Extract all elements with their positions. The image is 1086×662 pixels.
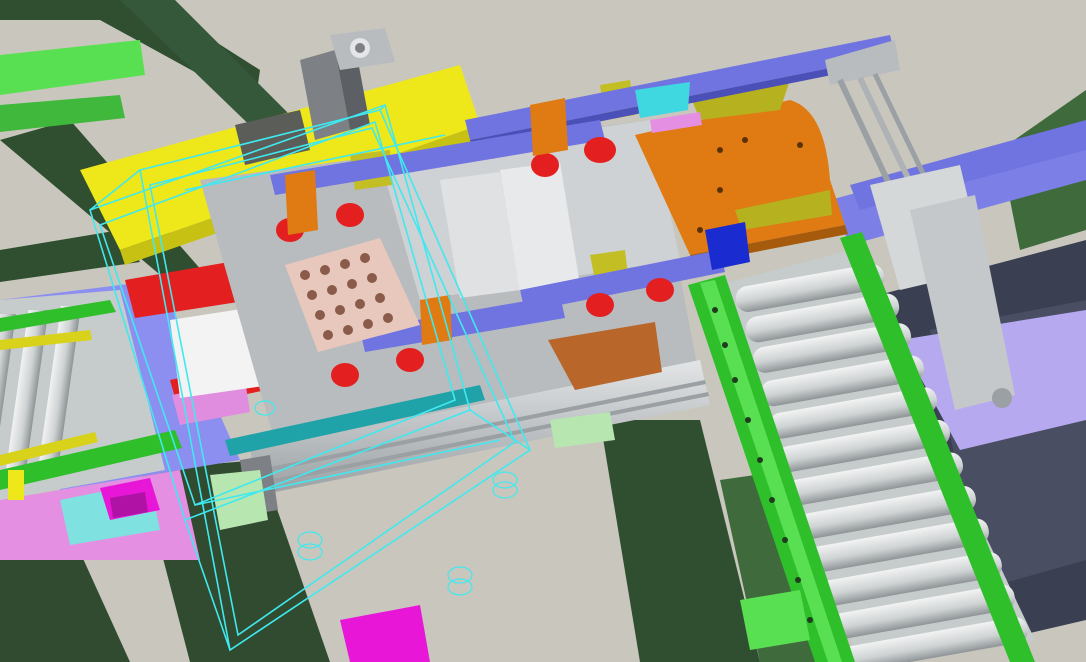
cad-viewport[interactable]: [0, 0, 1086, 662]
cad-scene: [0, 0, 1086, 662]
left-conveyor-yellow-block: [8, 470, 24, 500]
navy-clamp: [705, 222, 750, 270]
green-foot: [740, 590, 810, 650]
